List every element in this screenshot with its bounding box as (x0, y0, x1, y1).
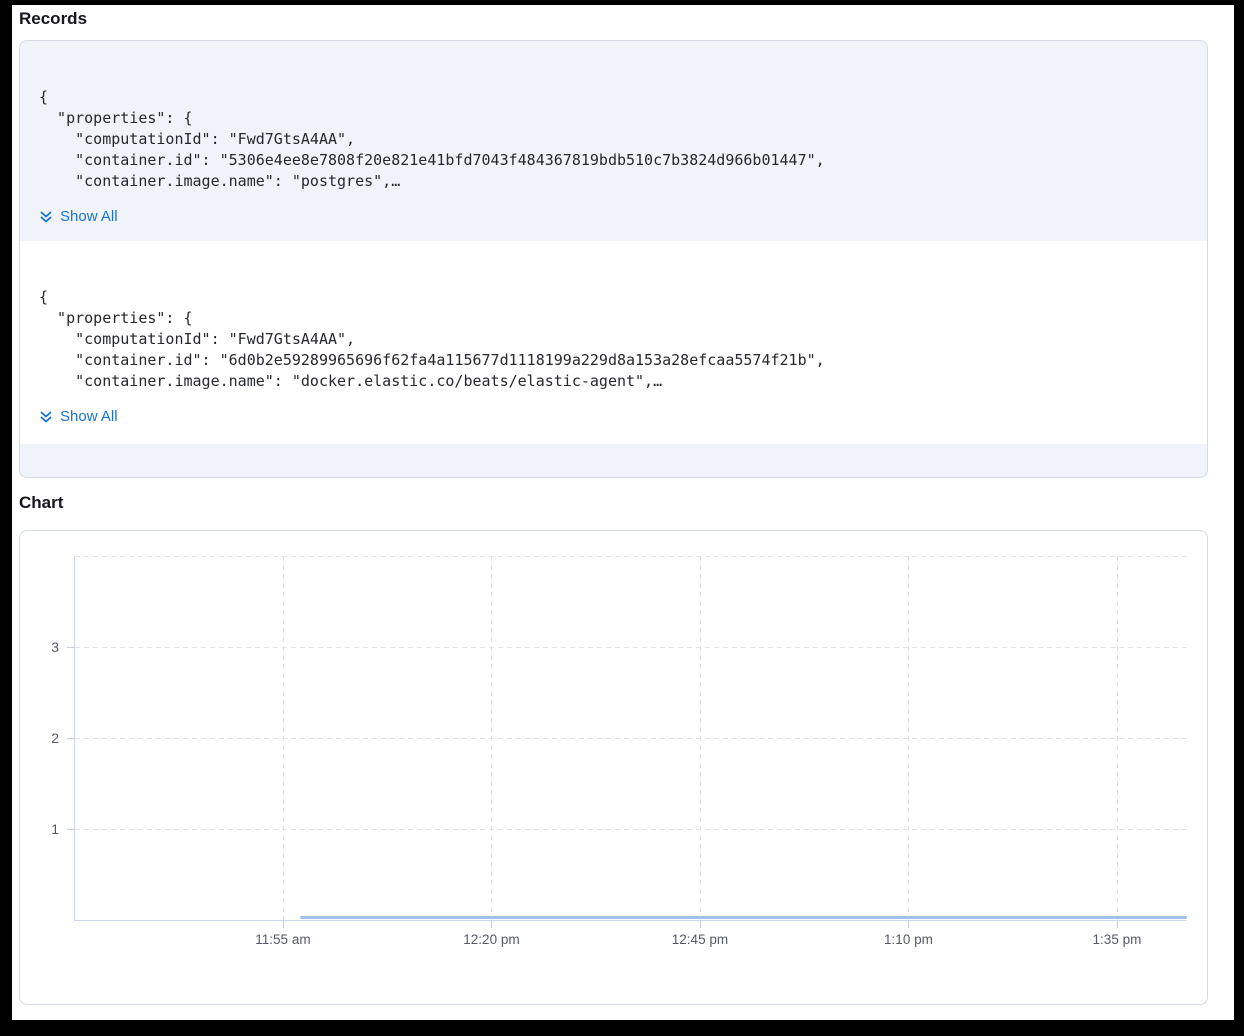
code-line: { (39, 287, 1187, 308)
h-gridline (75, 556, 1187, 557)
code-line: "container.id": "6d0b2e59289965696f62fa4… (39, 350, 1187, 371)
x-tick-label: 11:55 am (255, 932, 310, 947)
x-tick-mark (491, 920, 492, 928)
show-all-label: Show All (60, 206, 118, 227)
show-all-link[interactable]: Show All (38, 206, 118, 227)
code-line: { (39, 87, 1187, 108)
x-tick-label: 12:45 pm (672, 932, 728, 947)
record-row: { "properties": { "computationId": "Fwd7… (20, 41, 1207, 241)
y-tick-label: 3 (51, 639, 59, 655)
code-line: "computationId": "Fwd7GtsA4AA", (39, 329, 1187, 350)
show-all-link[interactable]: Show All (38, 406, 118, 427)
x-tick-mark (283, 920, 284, 928)
plot-area: 3 2 1 11:55 am 12:20 pm 12:45 pm (74, 556, 1187, 921)
records-card: { "properties": { "computationId": "Fwd7… (19, 40, 1208, 478)
x-tick-label: 12:20 pm (463, 932, 519, 947)
h-gridline (75, 647, 1187, 648)
v-gridline (1117, 556, 1118, 920)
show-all-label: Show All (60, 406, 118, 427)
x-tick-label: 1:35 pm (1093, 932, 1142, 947)
h-gridline (75, 738, 1187, 739)
v-gridline (908, 556, 909, 920)
x-tick-mark (908, 920, 909, 928)
v-gridline (491, 556, 492, 920)
chart-section: Chart 3 2 1 (19, 492, 1234, 1005)
page: Records { "properties": { "computationId… (12, 5, 1234, 1020)
records-heading: Records (19, 8, 1234, 29)
chart-card: 3 2 1 11:55 am 12:20 pm 12:45 pm (19, 530, 1208, 1005)
record-row: { "properties": { "computationId": "Fwd7… (20, 241, 1207, 444)
code-line: "properties": { (39, 108, 1187, 129)
y-tick-mark (67, 738, 75, 739)
code-line: "computationId": "Fwd7GtsA4AA", (39, 129, 1187, 150)
h-gridline (75, 829, 1187, 830)
x-tick-mark (700, 920, 701, 928)
records-section: Records { "properties": { "computationId… (19, 8, 1234, 478)
record-json-preview: { "properties": { "computationId": "Fwd7… (39, 287, 1187, 392)
y-tick-label: 1 (51, 821, 59, 837)
v-gridline (700, 556, 701, 920)
code-line: "container.image.name": "docker.elastic.… (39, 371, 1187, 392)
code-line: "properties": { (39, 308, 1187, 329)
x-tick-mark (1117, 920, 1118, 928)
code-line: "container.id": "5306e4ee8e7808f20e821e4… (39, 150, 1187, 171)
double-chevron-down-icon (38, 409, 54, 425)
x-tick-label: 1:10 pm (884, 932, 933, 947)
y-tick-mark (67, 647, 75, 648)
series-line (300, 916, 1187, 919)
y-tick-mark (67, 829, 75, 830)
record-json-preview: { "properties": { "computationId": "Fwd7… (39, 87, 1187, 192)
double-chevron-down-icon (38, 209, 54, 225)
y-tick-label: 2 (51, 730, 59, 746)
code-line: "container.image.name": "postgres",… (39, 171, 1187, 192)
v-gridline (283, 556, 284, 920)
chart-heading: Chart (19, 492, 1234, 513)
